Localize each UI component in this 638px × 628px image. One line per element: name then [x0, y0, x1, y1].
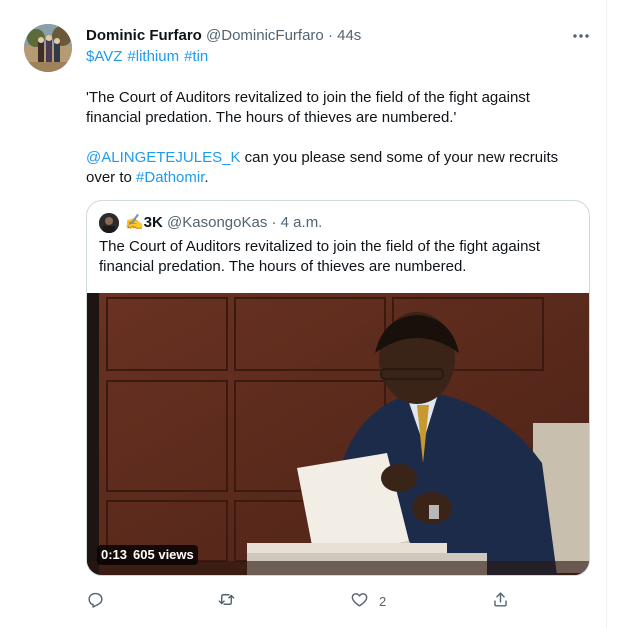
action-bar: 2: [86, 590, 606, 610]
author-name[interactable]: Dominic Furfaro: [86, 27, 202, 44]
tweet-paragraph-1: 'The Court of Auditors revitalized to jo…: [86, 89, 530, 126]
tweet-paragraph-2: @ALINGETEJULES_K can you please send som…: [86, 148, 586, 188]
quoted-text: The Court of Auditors revitalized to joi…: [99, 238, 541, 275]
hashtag-tin[interactable]: #tin: [184, 48, 208, 65]
reply-icon: [86, 590, 105, 612]
cashtag-avz[interactable]: $AVZ: [86, 48, 122, 65]
paragraph-2-end: .: [204, 169, 209, 186]
quoted-tweet[interactable]: ✍️3K @KasongoKas · 4 a.m. The Court of A…: [86, 200, 590, 576]
header-separator: ·: [327, 27, 333, 44]
tag-line: $AVZ #lithium #tin: [86, 47, 213, 67]
video-duration: 0:13: [101, 547, 128, 562]
quoted-time[interactable]: 4 a.m.: [281, 214, 323, 231]
quoted-separator: ·: [271, 214, 277, 231]
like-button[interactable]: 2: [350, 590, 386, 612]
more-icon[interactable]: [571, 26, 591, 51]
video-stats-badge: 0:13 605 views: [97, 545, 198, 565]
mention-link[interactable]: @ALINGETEJULES_K: [86, 149, 240, 166]
quoted-author-avatar[interactable]: [99, 213, 119, 233]
video-frame: [87, 293, 589, 575]
tweet-time[interactable]: 44s: [337, 27, 361, 44]
retweet-icon: [217, 590, 236, 612]
quoted-author-name[interactable]: ✍️3K: [125, 214, 163, 231]
reply-button[interactable]: [86, 590, 105, 612]
tweet-card[interactable]: Dominic Furfaro @DominicFurfaro · 44s $A…: [0, 0, 607, 628]
right-gutter: [607, 0, 638, 628]
heart-icon: [350, 590, 369, 612]
tweet-header: Dominic Furfaro @DominicFurfaro · 44s: [86, 26, 361, 46]
like-count: 2: [379, 593, 387, 609]
quoted-header: ✍️3K @KasongoKas · 4 a.m.: [125, 213, 322, 233]
quoted-author-handle[interactable]: @KasongoKas: [167, 214, 267, 231]
retweet-button[interactable]: [217, 590, 236, 612]
share-icon: [491, 590, 510, 612]
video-views: 605 views: [133, 547, 194, 562]
hashtag-lithium[interactable]: #lithium: [127, 48, 179, 65]
video-player[interactable]: 0:13 605 views: [87, 293, 589, 575]
author-avatar[interactable]: [24, 24, 72, 72]
author-handle[interactable]: @DominicFurfaro: [206, 27, 324, 44]
hashtag-dathomir[interactable]: #Dathomir: [136, 169, 204, 186]
share-button[interactable]: [491, 590, 510, 612]
